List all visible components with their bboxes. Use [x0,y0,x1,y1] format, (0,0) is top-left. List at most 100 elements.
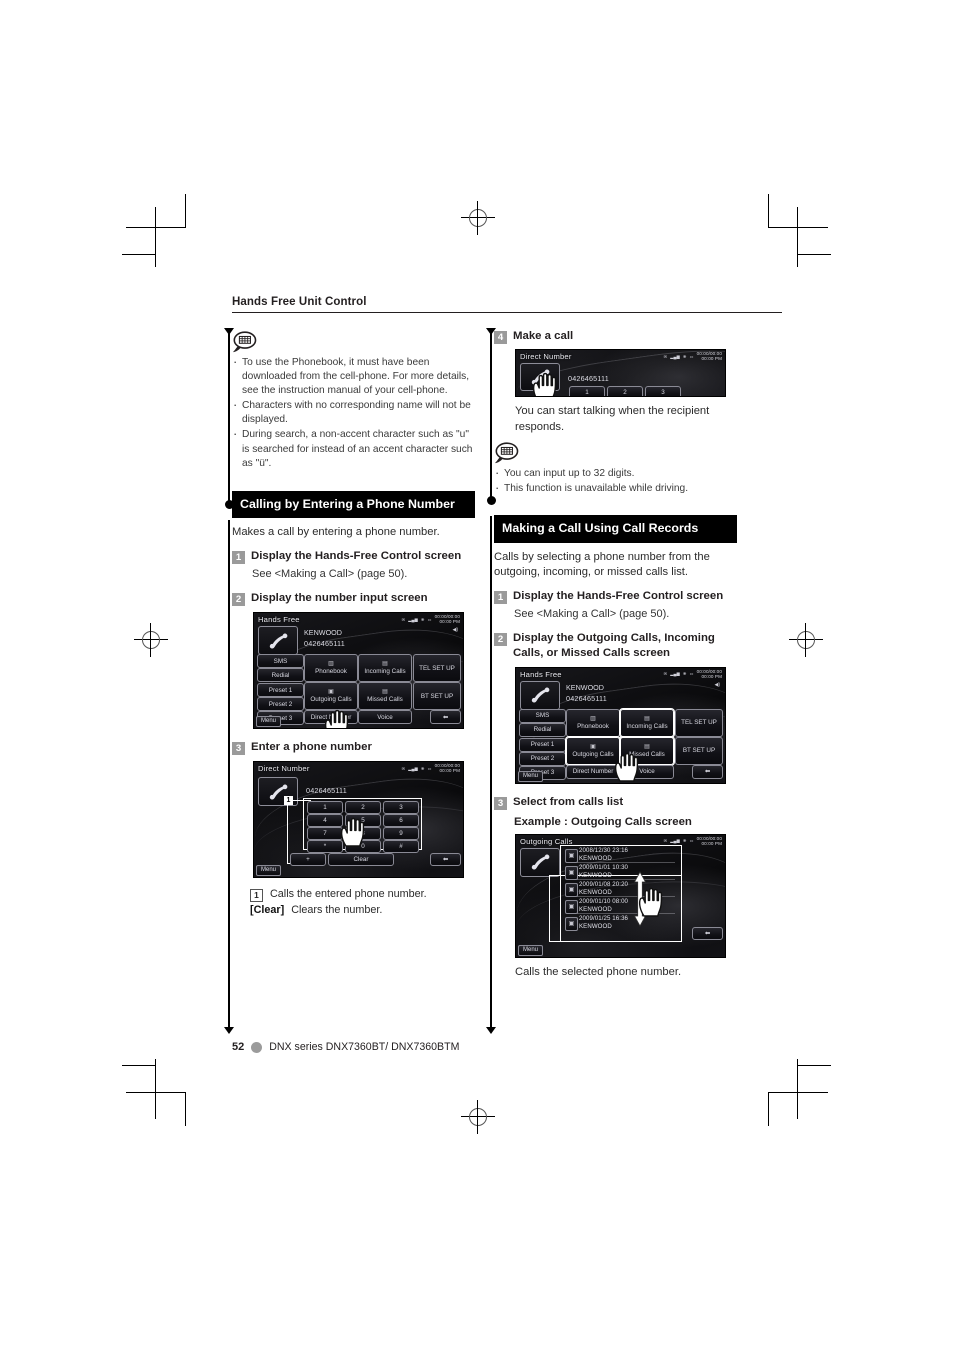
running-head-rule [232,312,782,313]
key-direct-number[interactable]: Direct Number [566,764,620,779]
key-menu[interactable]: Menu [256,865,282,877]
key-preset-2[interactable]: Preset 2 [519,751,566,766]
list-item[interactable]: ▣ 2009/01/01 10:30 KENWOOD [563,864,677,880]
keypad-key-4[interactable]: 4 [307,814,343,828]
signal-icon: ▂▄▆ [408,765,418,771]
keypad-key-1[interactable]: 1 [307,801,343,815]
handset-icon [531,854,550,870]
step-number: 2 [494,632,507,646]
callout-text: Calls the entered phone number. [270,888,427,901]
key-preset-1[interactable]: Preset 1 [257,683,304,698]
key-phonebook[interactable]: ▥ Phonebook [304,654,358,683]
key-redial[interactable]: Redial [257,668,304,683]
key-voice[interactable]: Voice [620,764,674,779]
step-3-left: 3 Enter a phone number [232,740,475,756]
entered-number: 0426465111 [568,374,609,383]
key-missed-calls[interactable]: ▤ Missed Calls [620,736,674,765]
list-item[interactable]: ▣ 2009/01/10 08:00 KENWOOD [563,898,677,914]
keypad-key-8[interactable]: 8 [345,827,381,841]
callout-text: Clears the number. [291,904,383,917]
incoming-icon: ▤ [382,661,388,668]
key-outgoing-calls[interactable]: ▣ Outgoing Calls [304,682,358,711]
section-lead: Calls by selecting a phone number from t… [494,550,710,578]
key-sms[interactable]: SMS [257,654,304,669]
key-preset-2[interactable]: Preset 2 [257,697,304,712]
call-button[interactable] [520,363,560,391]
key-redial[interactable]: Redial [519,722,566,737]
key-voice[interactable]: Voice [358,710,412,725]
list-item[interactable]: ▣ 2009/01/08 20:20 KENWOOD [563,881,677,897]
calls-list[interactable]: ▣ 2008/12/30 23:16 KENWOOD ▣ 2009/01/01 … [563,847,677,937]
key-sms[interactable]: SMS [519,708,566,723]
screenshot-direct-number-keypad: Direct Number ✉ ▂▄▆ ❋ ▭ 00:00/00:00 00:00… [253,761,464,879]
footer-dot-icon [251,1041,263,1053]
key-direct-number[interactable]: Direct Number [304,710,358,725]
keypad-key-star[interactable]: * [307,840,343,854]
keypad-key-1[interactable]: 1 [569,386,605,396]
outgoing-call-icon: ▣ [565,848,578,863]
keypad-key-3[interactable]: 3 [383,801,419,815]
status-bar: ✉ ▂▄▆ ❋ ▭ 00:00/00:00 00:00 PM [402,614,460,624]
list-item[interactable]: ▣ 2008/12/30 23:16 KENWOOD [563,847,677,863]
list-item[interactable]: ▣ 2009/01/25 16:36 KENWOOD [563,915,677,931]
key-back[interactable]: ⬅ [692,926,723,940]
keypad-key-0[interactable]: 0 [345,840,381,854]
key-preset-1[interactable]: Preset 1 [519,737,566,752]
callout-clear: [Clear] Clears the number. [250,903,475,918]
screenshot-make-a-call: Direct Number ✉ ▂▄▆ ❋ ▭ 00:00/00:00 00:00… [515,349,726,397]
note-item: To use the Phonebook, it must have been … [232,355,475,398]
note-list-top-left: To use the Phonebook, it must have been … [232,355,475,471]
key-back[interactable]: ⬅ [430,710,461,725]
guide-bar-left-upper [228,333,230,503]
key-missed-calls[interactable]: ▤ Missed Calls [358,682,412,711]
key-phonebook[interactable]: ▥ Phonebook [566,708,620,737]
step-2-left: 2 Display the number input screen [232,591,475,607]
page-footer: 52 DNX series DNX7360BT/ DNX7360BTM [232,1041,459,1053]
step-1-right: 1 Display the Hands-Free Control screen [494,589,737,604]
keypad-key-2[interactable]: 2 [345,801,381,815]
key-menu[interactable]: Menu [518,944,544,956]
battery-icon: ▭ [427,616,432,622]
key-outgoing-calls[interactable]: ▣ Outgoing Calls [566,736,620,765]
step-number: 3 [232,742,245,756]
entered-number: 0426465111 [306,786,347,796]
keypad-key-5[interactable]: 5 [345,814,381,828]
clock: 00:00/00:00 00:00 PM [696,351,722,361]
key-back[interactable]: ⬅ [692,764,723,779]
keypad-key-2[interactable]: 2 [607,386,643,396]
key-menu[interactable]: Menu [518,770,544,782]
call-date: 2009/01/01 10:30 [579,863,629,871]
key-bt-setup[interactable]: BT SET UP [413,682,461,711]
keypad-key-plus[interactable]: + [290,853,326,867]
keypad-key-3[interactable]: 3 [645,386,681,396]
screenshot-outgoing-calls-list: Outgoing Calls ✉ ▂▄▆ ❋ ▭ 00:00/00:00 00:0… [515,833,726,958]
call-button[interactable] [520,847,560,877]
key-incoming-calls[interactable]: ▤ Incoming Calls [358,654,412,683]
call-button[interactable] [258,626,298,656]
key-back[interactable]: ⬅ [430,853,461,867]
keypad-key-7[interactable]: 7 [307,827,343,841]
key-clear[interactable]: Clear [328,853,394,867]
signal-icon: ▂▄▆ [670,353,680,359]
call-name: KENWOOD [579,854,612,862]
key-tel-setup[interactable]: TEL SET UP [413,654,461,683]
key-incoming-calls[interactable]: ▤ Incoming Calls [620,708,674,737]
step-3-right: 3 Select from calls list [494,795,737,810]
keypad-key-9[interactable]: 9 [383,827,419,841]
back-arrow-icon: ⬅ [704,929,711,937]
call-button[interactable] [520,680,560,710]
registration-mark-right [789,623,823,657]
step-number: 2 [232,593,245,607]
battery-icon: ▭ [427,765,432,771]
page-number: 52 [232,1041,245,1053]
key-tel-setup[interactable]: TEL SET UP [675,708,723,737]
section-lead: Makes a call by entering a phone number. [232,526,440,539]
key-menu[interactable]: Menu [256,716,282,728]
keypad-key-hash[interactable]: # [383,840,419,854]
clock: 00:00/00:00 00:00 PM [434,763,460,774]
status-bar: ✉ ▂▄▆ ❋ ▭ 00:00/00:00 00:00 PM [402,763,460,773]
keypad-key-6[interactable]: 6 [383,814,419,828]
note-bubble-icon [492,441,520,465]
key-bt-setup[interactable]: BT SET UP [675,736,723,765]
guide-arrow-bottom-left [224,1027,234,1034]
